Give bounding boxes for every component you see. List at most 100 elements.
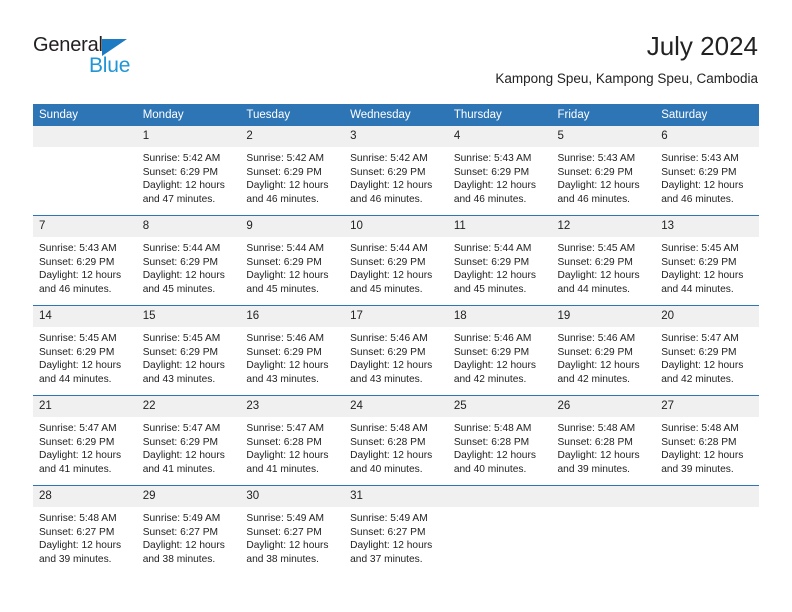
calendar-day-cell[interactable]: 4 Sunrise: 5:43 AM Sunset: 6:29 PM Daylight…: [447, 126, 552, 216]
day-number: 30: [240, 486, 345, 507]
page-subtitle: Kampong Speu, Kampong Speu, Cambodia: [495, 71, 758, 86]
daylight-text-line1: Daylight: 12 hours: [246, 540, 329, 552]
calendar-day-cell[interactable]: 15 Sunrise: 5:45 AM Sunset: 6:29 PM Dayligh…: [136, 305, 241, 396]
day-details: Sunrise: 5:49 AM Sunset: 6:27 PM Daylight:…: [240, 507, 344, 566]
logo-text-blue: Blue: [89, 54, 131, 77]
day-details: Sunrise: 5:45 AM Sunset: 6:29 PM Daylight:…: [552, 237, 656, 296]
day-details: Sunrise: 5:47 AM Sunset: 6:29 PM Daylight:…: [137, 417, 241, 476]
calendar-day-cell[interactable]: 8 Sunrise: 5:44 AM Sunset: 6:29 PM Daylight…: [136, 215, 241, 306]
day-number: 28: [33, 486, 137, 507]
calendar-day-cell[interactable]: 5 Sunrise: 5:43 AM Sunset: 6:29 PM Daylight…: [551, 126, 656, 216]
calendar-day-cell[interactable]: 24 Sunrise: 5:48 AM Sunset: 6:28 PM Dayligh…: [344, 395, 448, 486]
calendar-day-cell[interactable]: 1 Sunrise: 5:42 AM Sunset: 6:29 PM Daylight…: [136, 126, 241, 216]
weekday-header-saturday: Saturday: [655, 104, 759, 126]
daylight-text-line2: and 46 minutes.: [453, 193, 527, 205]
sunrise-text: Sunrise: 5:48 AM: [453, 423, 532, 434]
day-number: 27: [655, 396, 759, 417]
day-number: 17: [344, 306, 448, 327]
sunset-text: Sunset: 6:29 PM: [142, 166, 219, 178]
calendar-week-row: 7 Sunrise: 5:43 AM Sunset: 6:29 PM Daylight…: [33, 215, 759, 306]
calendar-day-cell[interactable]: 23 Sunrise: 5:47 AM Sunset: 6:28 PM Dayligh…: [240, 395, 345, 486]
sunset-text: Sunset: 6:29 PM: [350, 166, 426, 178]
day-number: 20: [655, 306, 759, 327]
calendar-day-cell[interactable]: 30 Sunrise: 5:49 AM Sunset: 6:27 PM Dayligh…: [240, 485, 345, 575]
general-blue-logo[interactable]: General Blue: [33, 34, 163, 82]
sunrise-text: Sunrise: 5:45 AM: [661, 243, 739, 254]
sunset-text: Sunset: 6:29 PM: [557, 256, 633, 268]
daylight-text-line2: and 39 minutes.: [661, 463, 734, 475]
daylight-text-line1: Daylight: 12 hours: [246, 180, 329, 192]
sunset-text: Sunset: 6:27 PM: [39, 526, 115, 538]
daylight-text-line2: and 44 minutes.: [39, 373, 112, 385]
sunset-text: Sunset: 6:29 PM: [39, 256, 115, 268]
calendar-day-cell[interactable]: 11 Sunrise: 5:44 AM Sunset: 6:29 PM Dayligh…: [447, 215, 552, 306]
calendar-day-cell[interactable]: 6 Sunrise: 5:43 AM Sunset: 6:29 PM Daylight…: [655, 126, 759, 216]
calendar-day-cell-empty: [655, 485, 759, 575]
sunrise-text: Sunrise: 5:46 AM: [246, 333, 324, 344]
sunrise-text: Sunrise: 5:47 AM: [246, 423, 324, 434]
day-details: Sunrise: 5:48 AM Sunset: 6:28 PM Daylight:…: [655, 417, 759, 476]
day-number: 2: [240, 126, 345, 147]
weekday-header-friday: Friday: [551, 104, 656, 126]
calendar-day-cell[interactable]: 20 Sunrise: 5:47 AM Sunset: 6:29 PM Dayligh…: [655, 305, 759, 396]
calendar-day-cell[interactable]: 10 Sunrise: 5:44 AM Sunset: 6:29 PM Dayligh…: [344, 215, 448, 306]
daylight-text-line2: and 39 minutes.: [557, 463, 631, 475]
sunset-text: Sunset: 6:28 PM: [453, 436, 530, 448]
calendar-day-cell[interactable]: 27 Sunrise: 5:48 AM Sunset: 6:28 PM Dayligh…: [655, 395, 759, 486]
calendar-day-cell[interactable]: 26 Sunrise: 5:48 AM Sunset: 6:28 PM Dayligh…: [551, 395, 656, 486]
day-number: 31: [344, 486, 448, 507]
day-number: [655, 486, 759, 507]
daylight-text-line2: and 42 minutes.: [453, 373, 527, 385]
day-details: Sunrise: 5:42 AM Sunset: 6:29 PM Daylight:…: [240, 147, 344, 206]
daylight-text-line1: Daylight: 12 hours: [246, 270, 329, 282]
sunrise-text: Sunrise: 5:48 AM: [350, 423, 428, 434]
daylight-text-line1: Daylight: 12 hours: [557, 360, 640, 372]
calendar-body: 1 Sunrise: 5:42 AM Sunset: 6:29 PM Daylight…: [33, 126, 759, 575]
calendar-week-row: 21 Sunrise: 5:47 AM Sunset: 6:29 PM Dayligh…: [33, 395, 759, 486]
calendar-day-cell[interactable]: 3 Sunrise: 5:42 AM Sunset: 6:29 PM Daylight…: [344, 126, 448, 216]
daylight-text-line1: Daylight: 12 hours: [557, 270, 640, 282]
calendar-day-cell[interactable]: 13 Sunrise: 5:45 AM Sunset: 6:29 PM Dayligh…: [655, 215, 759, 306]
sunrise-text: Sunrise: 5:43 AM: [453, 153, 532, 164]
day-number: [33, 126, 137, 147]
sunrise-text: Sunrise: 5:44 AM: [246, 243, 324, 254]
calendar-week-row: 28 Sunrise: 5:48 AM Sunset: 6:27 PM Dayligh…: [33, 485, 759, 575]
day-number: 25: [447, 396, 552, 417]
sunset-text: Sunset: 6:29 PM: [557, 346, 633, 358]
weekday-header-thursday: Thursday: [447, 104, 552, 126]
calendar-day-cell[interactable]: 16 Sunrise: 5:46 AM Sunset: 6:29 PM Dayligh…: [240, 305, 345, 396]
calendar-day-cell[interactable]: 28 Sunrise: 5:48 AM Sunset: 6:27 PM Dayligh…: [33, 485, 137, 575]
calendar-day-cell[interactable]: 14 Sunrise: 5:45 AM Sunset: 6:29 PM Dayligh…: [33, 305, 137, 396]
daylight-text-line2: and 40 minutes.: [453, 463, 527, 475]
day-details: Sunrise: 5:43 AM Sunset: 6:29 PM Daylight:…: [448, 147, 552, 206]
calendar-day-cell[interactable]: 21 Sunrise: 5:47 AM Sunset: 6:29 PM Dayligh…: [33, 395, 137, 486]
day-number: 11: [447, 216, 552, 237]
calendar-day-cell[interactable]: 19 Sunrise: 5:46 AM Sunset: 6:29 PM Dayligh…: [551, 305, 656, 396]
calendar-day-cell[interactable]: 12 Sunrise: 5:45 AM Sunset: 6:29 PM Dayligh…: [551, 215, 656, 306]
day-details: Sunrise: 5:48 AM Sunset: 6:28 PM Daylight:…: [448, 417, 552, 476]
calendar-day-cell[interactable]: 22 Sunrise: 5:47 AM Sunset: 6:29 PM Dayligh…: [136, 395, 241, 486]
daylight-text-line2: and 43 minutes.: [142, 373, 216, 385]
calendar-day-cell[interactable]: 7 Sunrise: 5:43 AM Sunset: 6:29 PM Daylight…: [33, 215, 137, 306]
calendar-day-cell[interactable]: 17 Sunrise: 5:46 AM Sunset: 6:29 PM Dayligh…: [344, 305, 448, 396]
day-details: Sunrise: 5:48 AM Sunset: 6:28 PM Daylight:…: [344, 417, 448, 476]
sunset-text: Sunset: 6:27 PM: [142, 526, 219, 538]
calendar-day-cell[interactable]: 25 Sunrise: 5:48 AM Sunset: 6:28 PM Dayligh…: [447, 395, 552, 486]
day-details: Sunrise: 5:43 AM Sunset: 6:29 PM Daylight:…: [552, 147, 656, 206]
sunrise-text: Sunrise: 5:46 AM: [350, 333, 428, 344]
calendar-day-cell[interactable]: 31 Sunrise: 5:49 AM Sunset: 6:27 PM Dayligh…: [344, 485, 448, 575]
daylight-text-line1: Daylight: 12 hours: [557, 450, 640, 462]
calendar-day-cell[interactable]: 18 Sunrise: 5:46 AM Sunset: 6:29 PM Dayligh…: [447, 305, 552, 396]
calendar-day-cell[interactable]: 29 Sunrise: 5:49 AM Sunset: 6:27 PM Dayligh…: [136, 485, 241, 575]
calendar-day-cell[interactable]: 2 Sunrise: 5:42 AM Sunset: 6:29 PM Daylight…: [240, 126, 345, 216]
sunset-text: Sunset: 6:29 PM: [453, 166, 530, 178]
day-details: Sunrise: 5:45 AM Sunset: 6:29 PM Daylight:…: [655, 237, 759, 296]
sunrise-text: Sunrise: 5:45 AM: [39, 333, 117, 344]
calendar-day-cell[interactable]: 9 Sunrise: 5:44 AM Sunset: 6:29 PM Daylight…: [240, 215, 345, 306]
weekday-header-row: Sunday Monday Tuesday Wednesday Thursday Frid…: [33, 104, 759, 126]
day-details: Sunrise: 5:46 AM Sunset: 6:29 PM Daylight:…: [552, 327, 656, 386]
day-details: Sunrise: 5:49 AM Sunset: 6:27 PM Daylight:…: [137, 507, 241, 566]
daylight-text-line1: Daylight: 12 hours: [453, 450, 536, 462]
daylight-text-line2: and 41 minutes.: [246, 463, 319, 475]
daylight-text-line2: and 44 minutes.: [661, 283, 734, 295]
